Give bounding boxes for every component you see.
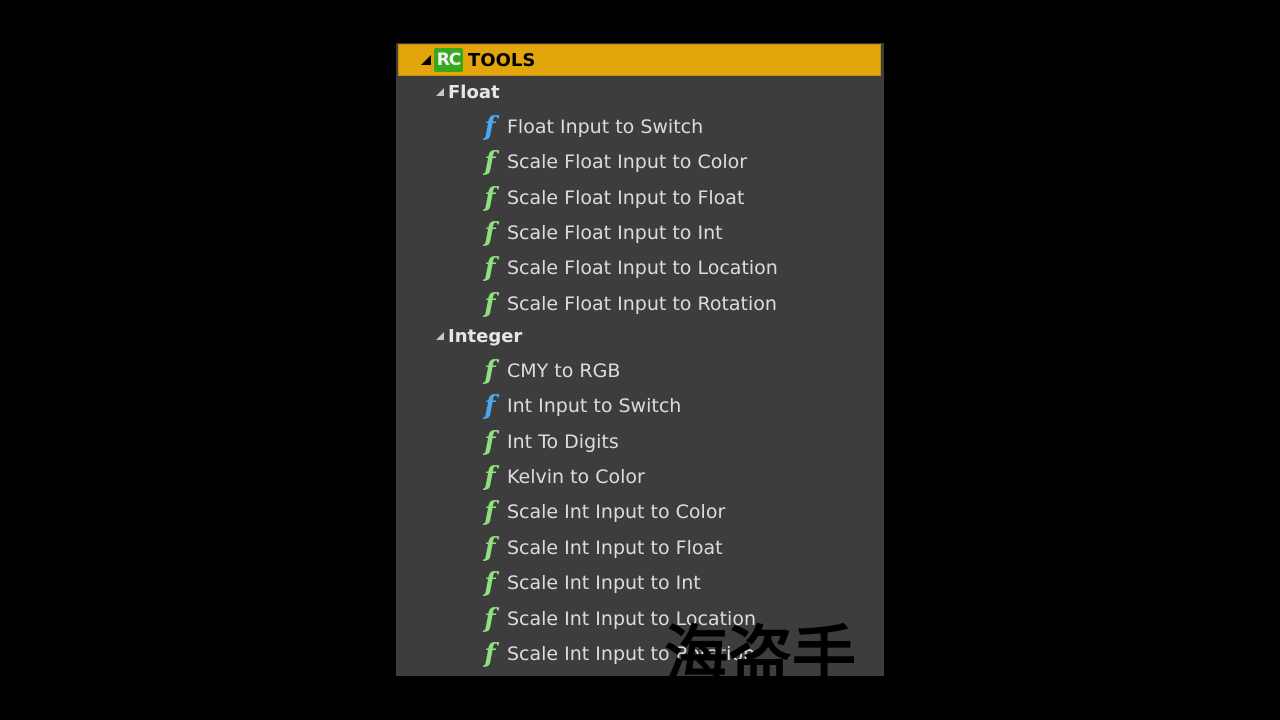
function-item[interactable]: f Scale Int Input to Color — [478, 495, 725, 529]
function-item[interactable]: f Scale Int Input to Int — [478, 566, 701, 600]
function-icon: f — [484, 147, 496, 177]
function-item[interactable]: f Scale Float Input to Rotation — [478, 287, 777, 321]
tools-panel: RC TOOLS Float f Float Input to Switch f… — [396, 43, 884, 676]
function-item[interactable]: f Scale Float Input to Location — [478, 251, 778, 285]
category-integer[interactable]: Integer — [436, 322, 522, 350]
function-label: CMY to RGB — [507, 360, 621, 382]
expand-triangle-icon[interactable] — [436, 88, 444, 96]
function-label: Scale Float Input to Float — [507, 187, 745, 209]
function-item[interactable]: f Scale Float Input to Float — [478, 181, 744, 215]
function-label: Scale Float Input to Color — [507, 151, 748, 173]
function-label: Int Input to Switch — [507, 395, 682, 417]
expand-triangle-icon[interactable] — [421, 55, 431, 65]
function-icon: f — [484, 391, 496, 421]
function-icon: f — [484, 112, 496, 142]
function-icon: f — [484, 253, 496, 283]
function-icon: f — [484, 356, 496, 386]
rc-badge-icon: RC — [434, 48, 463, 72]
function-label: Scale Float Input to Rotation — [507, 293, 777, 315]
function-item[interactable]: f Scale Float Input to Color — [478, 145, 747, 179]
category-label: Float — [448, 81, 500, 103]
watermark-text: 海盗手 — [664, 620, 856, 676]
function-icon: f — [484, 218, 496, 248]
function-icon: f — [484, 639, 496, 669]
function-label: Float Input to Switch — [507, 116, 704, 138]
function-label: Scale Int Input to Float — [507, 537, 723, 559]
function-item[interactable]: f CMY to RGB — [478, 354, 620, 388]
function-item[interactable]: f Float Input to Switch — [478, 110, 703, 144]
category-label: Integer — [448, 325, 523, 347]
category-float[interactable]: Float — [436, 78, 500, 106]
function-item[interactable]: f Scale Float Input to Int — [478, 216, 723, 250]
function-item[interactable]: f Int To Digits — [478, 425, 619, 459]
function-label: Scale Float Input to Int — [507, 222, 723, 244]
function-icon: f — [484, 289, 496, 319]
function-label: Scale Int Input to Color — [507, 501, 726, 523]
function-item[interactable]: f Scale Int Input to Float — [478, 531, 723, 565]
function-icon: f — [484, 568, 496, 598]
function-icon: f — [484, 604, 496, 634]
function-item[interactable]: f Int Input to Switch — [478, 389, 681, 423]
function-label: Scale Float Input to Location — [507, 257, 778, 279]
tools-title: TOOLS — [468, 49, 536, 71]
function-label: Kelvin to Color — [507, 466, 645, 488]
function-label: Scale Int Input to Int — [507, 572, 701, 594]
expand-triangle-icon[interactable] — [436, 332, 444, 340]
function-icon: f — [484, 533, 496, 563]
function-icon: f — [484, 183, 496, 213]
function-icon: f — [484, 427, 496, 457]
function-icon: f — [484, 497, 496, 527]
tools-category-header[interactable]: RC TOOLS — [398, 44, 881, 76]
function-item[interactable]: f Kelvin to Color — [478, 460, 645, 494]
function-label: Int To Digits — [507, 431, 619, 453]
function-icon: f — [484, 462, 496, 492]
